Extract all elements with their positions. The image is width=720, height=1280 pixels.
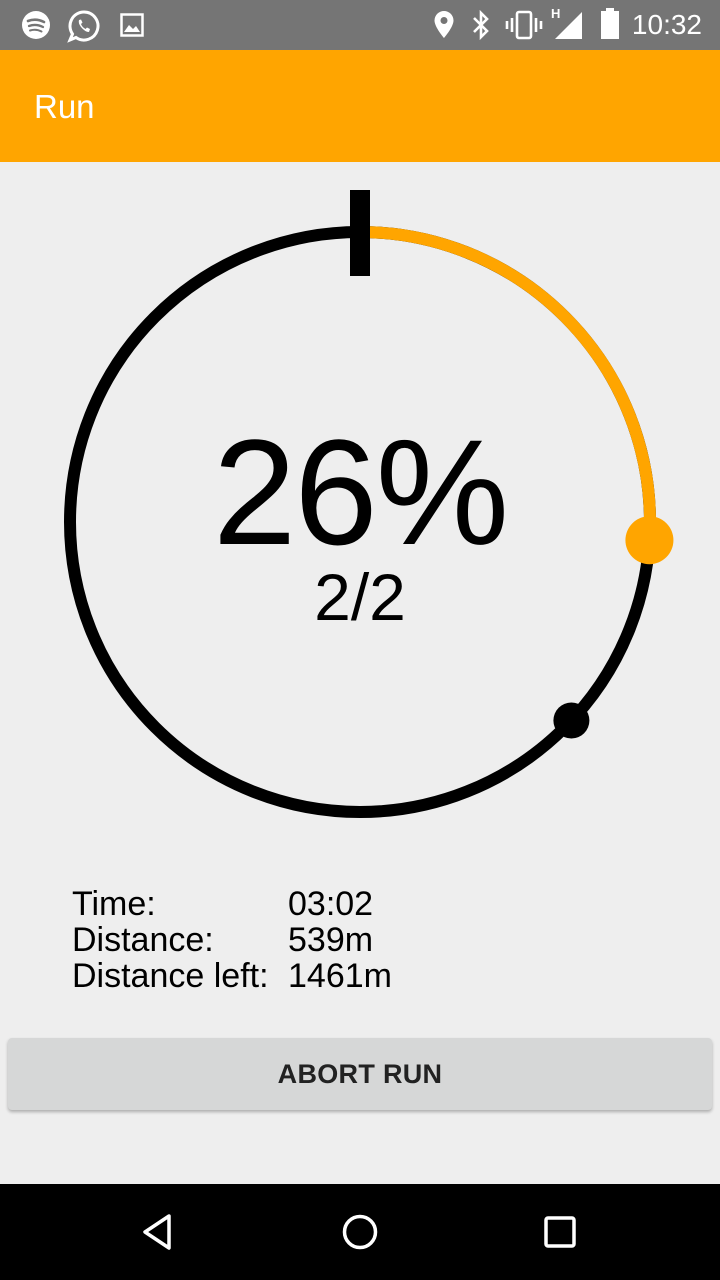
distance-left-label: Distance left: [72, 957, 269, 995]
distance-left-value: 1461m [288, 957, 392, 995]
lap-counter: 2/2 [314, 560, 406, 634]
vibrate-icon [505, 10, 543, 40]
navigation-bar [0, 1184, 720, 1280]
back-icon[interactable] [136, 1208, 184, 1256]
lap-marker [553, 702, 590, 739]
whatsapp-icon [67, 10, 100, 43]
stat-row-distance: Distance: 539m [72, 922, 392, 958]
app-title: Run [34, 88, 95, 125]
recents-icon[interactable] [536, 1208, 584, 1256]
run-stats: Time: 03:02 Distance: 539m Distance left… [72, 886, 392, 994]
stat-row-distance-left: Distance left: 1461m [72, 958, 392, 994]
status-bar: H 10:32 [0, 0, 720, 50]
location-icon [434, 11, 454, 38]
time-label: Time: [72, 885, 156, 923]
home-icon[interactable] [336, 1208, 384, 1256]
app-bar: Run [0, 50, 720, 162]
spotify-icon [22, 11, 50, 39]
start-marker [350, 190, 370, 276]
distance-value: 539m [288, 921, 374, 959]
battery-icon [601, 8, 619, 39]
signal-icon [555, 12, 582, 39]
status-time: 10:32 [631, 9, 702, 40]
time-value: 03:02 [288, 885, 374, 923]
abort-run-button[interactable]: ABORT RUN [8, 1038, 712, 1110]
distance-label: Distance: [72, 921, 214, 959]
bluetooth-icon [473, 10, 489, 40]
progress-percent: 26% [212, 408, 509, 576]
stat-row-time: Time: 03:02 [72, 886, 392, 922]
progress-ring-area: 26% 2/2 [0, 162, 720, 862]
gallery-icon [120, 13, 144, 37]
